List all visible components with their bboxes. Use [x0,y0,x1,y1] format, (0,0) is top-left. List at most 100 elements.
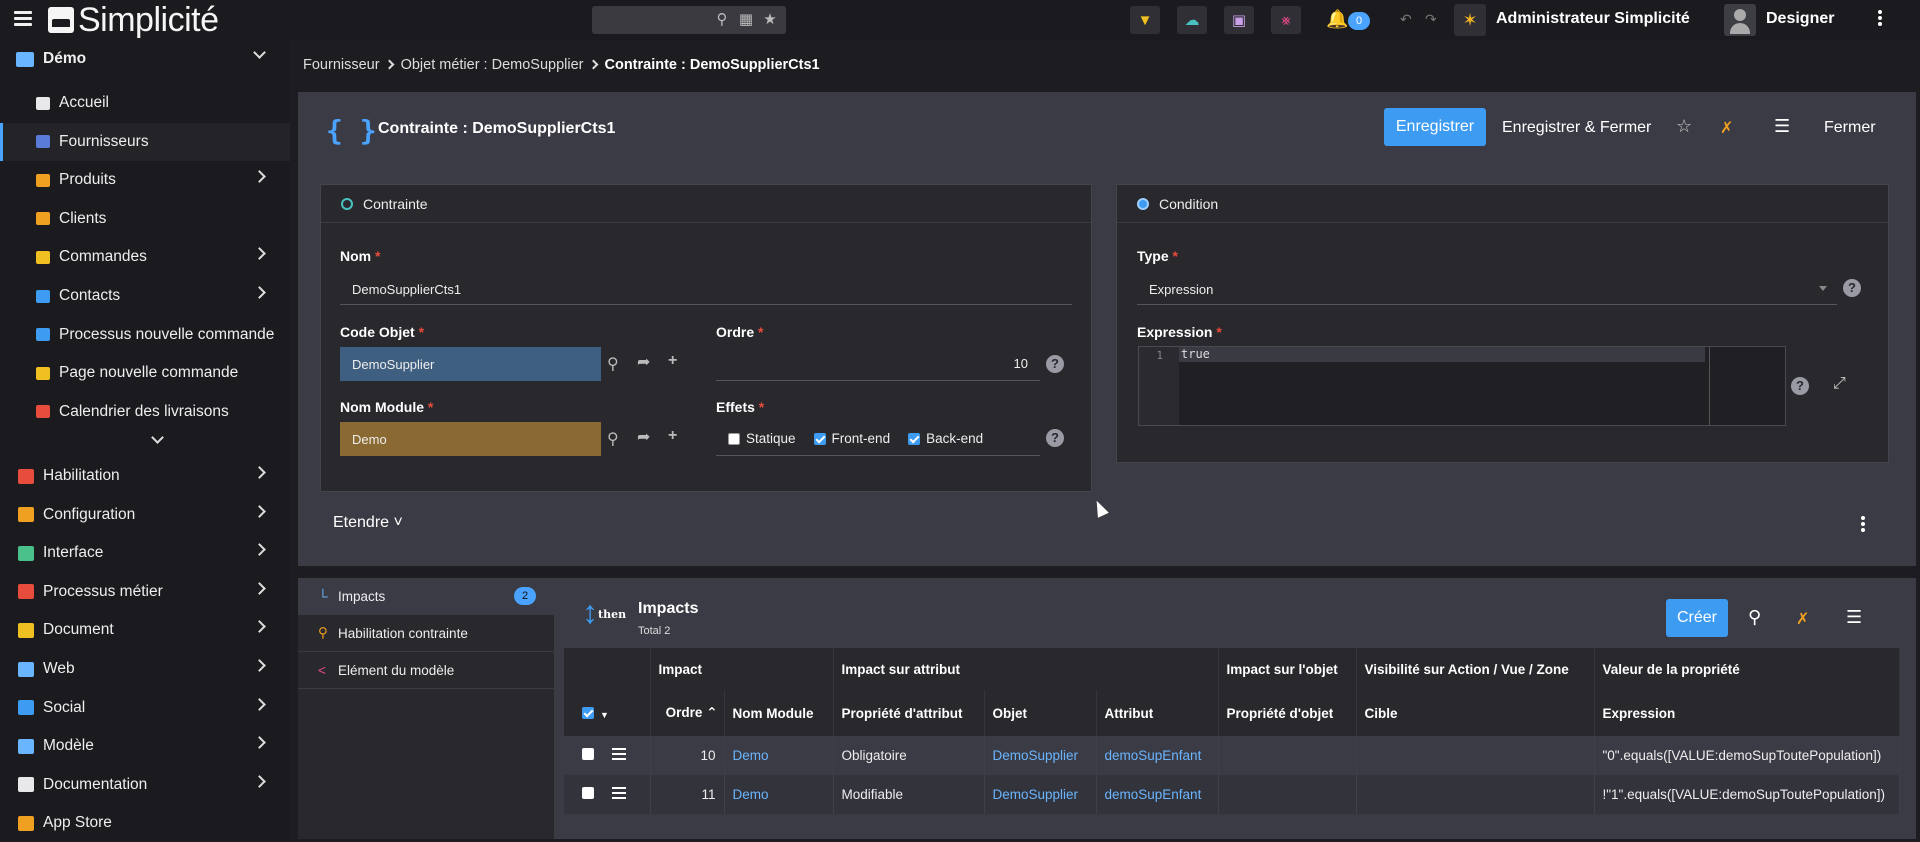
breadcrumb-item[interactable]: Objet métier : DemoSupplier [401,57,584,73]
star-icon[interactable]: ☆ [1676,116,1692,137]
sidebar-group-document[interactable]: Document [0,611,290,649]
filter-icon[interactable]: ▼ [1130,6,1160,34]
sidebar-item-processus-nouvelle-commande[interactable]: Processus nouvelle commande [0,316,290,354]
row-checkbox[interactable] [582,786,594,799]
row-select[interactable] [564,736,651,775]
save-close-button[interactable]: Enregistrer & Fermer [1502,119,1651,137]
sidebar-group-social[interactable]: Social [0,689,290,727]
menu-icon[interactable] [14,11,32,29]
search-input[interactable]: ⚲ ▦ ★ [592,6,786,34]
goto-icon[interactable]: ➦ [637,352,650,372]
back-end-checkbox[interactable] [908,432,921,445]
star-icon[interactable]: ★ [762,12,778,28]
notification-badge[interactable]: 0 [1348,12,1370,30]
object-field[interactable]: DemoSupplier [340,347,601,381]
header-cell[interactable]: Propriété d'objet [1218,690,1357,736]
module-link[interactable]: Demo [733,787,769,802]
row-menu-icon[interactable] [611,787,626,802]
sidebar-item-calendrier-des-livraisons[interactable]: Calendrier des livraisons [0,393,290,431]
sidebar-item-produits[interactable]: Produits [0,161,290,199]
object-link[interactable]: DemoSupplier [993,787,1079,802]
keyboard-icon[interactable]: ▦ [738,12,754,28]
sidebar-item-fournisseurs[interactable]: Fournisseurs [0,122,290,161]
help-icon[interactable]: ? [1791,377,1809,395]
sidebar-group-mod-le[interactable]: Modèle [0,727,290,765]
table-row[interactable]: 10 Demo Obligatoire DemoSupplier demoSup… [564,736,1900,775]
tab-impacts[interactable]: └ Impacts 2 [298,578,554,615]
tools-icon[interactable]: ✗ [1796,609,1809,629]
name-field[interactable]: DemoSupplierCts1 [340,274,1072,305]
more-icon[interactable] [1861,516,1867,534]
row-select[interactable] [564,775,651,814]
front-end-checkbox[interactable] [813,432,826,445]
sidebar-group-documentation[interactable]: Documentation [0,766,290,804]
goto-icon[interactable]: ➦ [637,427,650,447]
tools-icon[interactable]: ✗ [1720,118,1733,138]
expand-button[interactable]: Etendre ˅ [333,514,403,532]
object-cell[interactable]: DemoSupplier [984,736,1097,775]
sidebar-group-app-store[interactable]: App Store [0,804,290,842]
monitor-icon[interactable]: ▣ [1224,6,1254,34]
help-icon[interactable]: ? [1046,355,1064,373]
user-name[interactable]: Administrateur Simplicité [1496,10,1690,28]
code-line[interactable]: true [1179,347,1705,362]
save-button[interactable]: Enregistrer [1384,108,1486,146]
sort-order-header[interactable]: Ordre ⌃ [650,690,725,736]
attribute-cell[interactable]: demoSupEnfant [1096,775,1219,814]
fullscreen-icon[interactable]: ⤢ [1833,375,1846,393]
order-field[interactable]: 10 [716,347,1040,381]
attribute-link[interactable]: demoSupEnfant [1105,748,1202,763]
object-cell[interactable]: DemoSupplier [984,775,1097,814]
attribute-link[interactable]: demoSupEnfant [1105,787,1202,802]
sidebar-group-web[interactable]: Web [0,650,290,688]
bell-icon[interactable]: 🔔 [1326,9,1348,30]
sidebar-group-interface[interactable]: Interface [0,534,290,572]
sidebar-group-configuration[interactable]: Configuration [0,496,290,534]
mode-label[interactable]: Designer [1766,10,1834,28]
help-icon[interactable]: ? [1843,279,1861,297]
user-logo-icon[interactable]: ✶ [1454,4,1486,36]
select-all-checkbox[interactable]: ▼ [564,690,651,736]
undo-icon[interactable]: ↶ [1400,11,1412,28]
header-cell[interactable]: Objet [984,690,1097,736]
header-cell[interactable]: Nom Module [724,690,834,736]
list-menu-icon[interactable]: ☰ [1846,607,1862,628]
search-icon[interactable]: ⚲ [1748,607,1761,628]
list-menu-icon[interactable]: ☰ [1774,116,1790,137]
app-logo[interactable]: Simplicité [48,0,219,40]
object-link[interactable]: DemoSupplier [993,748,1079,763]
static-checkbox[interactable] [728,432,740,445]
search-icon[interactable]: ⚲ [714,12,730,28]
search-icon[interactable]: ⚲ [607,429,619,449]
tab-model-element[interactable]: < Elément du modèle [298,652,554,689]
attribute-cell[interactable]: demoSupEnfant [1096,736,1219,775]
table-row[interactable]: 11 Demo Modifiable DemoSupplier demoSupE… [564,775,1900,814]
sidebar-section-demo[interactable]: Démo [0,40,290,78]
share-icon[interactable]: ⨳ [1271,6,1301,34]
module-cell[interactable]: Demo [724,736,834,775]
help-icon[interactable]: ? [1046,429,1064,447]
sidebar-group-processus-m-tier[interactable]: Processus métier [0,573,290,611]
more-icon[interactable] [1878,10,1884,28]
avatar[interactable] [1724,4,1756,36]
type-select[interactable]: Expression [1137,274,1837,305]
header-cell[interactable]: Propriété d'attribut [833,690,985,736]
module-link[interactable]: Demo [733,748,769,763]
code-editor[interactable]: 1 true [1138,346,1786,426]
row-checkbox[interactable] [582,747,594,760]
search-icon[interactable]: ⚲ [607,354,619,374]
header-cell[interactable]: Cible [1356,690,1595,736]
sidebar-item-clients[interactable]: Clients [0,200,290,238]
header-cell[interactable]: Attribut [1096,690,1219,736]
breadcrumb-item[interactable]: Fournisseur [303,57,380,73]
sidebar-item-commandes[interactable]: Commandes [0,238,290,276]
create-button[interactable]: Créer [1666,599,1728,637]
module-field[interactable]: Demo [340,422,601,456]
add-icon[interactable]: + [668,427,677,445]
add-icon[interactable]: + [668,352,677,370]
sidebar-item-page-nouvelle-commande[interactable]: Page nouvelle commande [0,354,290,392]
header-cell[interactable]: Expression [1594,690,1900,736]
tab-habilitation[interactable]: ⚲ Habilitation contrainte [298,615,554,652]
module-cell[interactable]: Demo [724,775,834,814]
cloud-icon[interactable]: ☁ [1177,6,1207,34]
